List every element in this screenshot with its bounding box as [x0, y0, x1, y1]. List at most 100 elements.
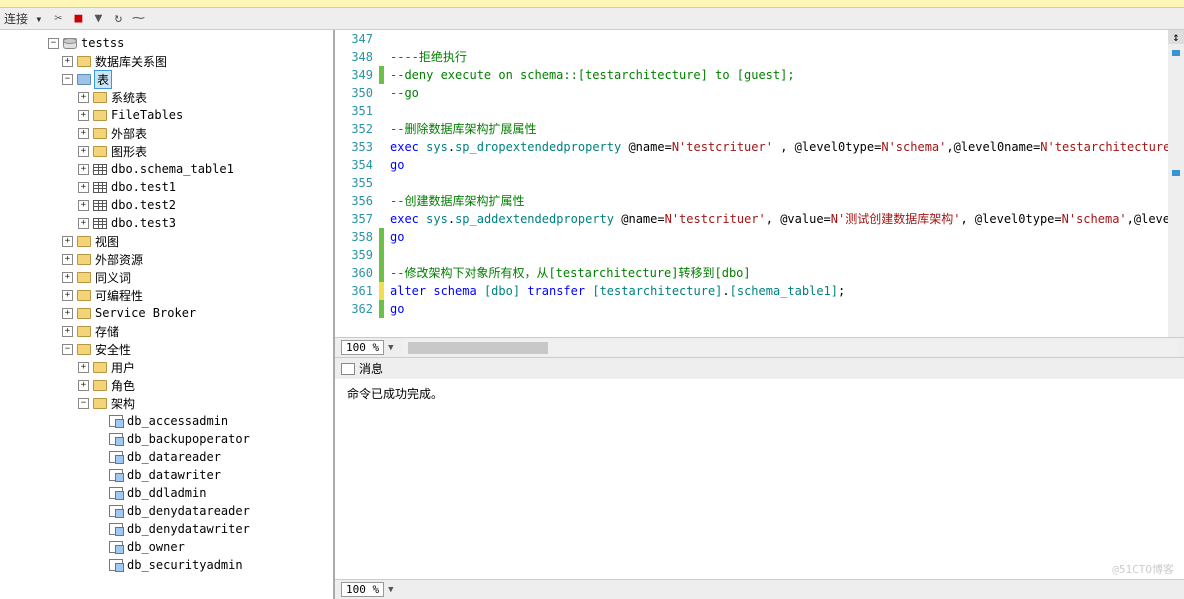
tree-node[interactable]: +外部资源 [0, 250, 333, 268]
code-line[interactable]: --go [384, 84, 1184, 102]
code-line[interactable]: go [384, 300, 1184, 318]
tree-schema[interactable]: db_ddladmin [0, 484, 333, 502]
code-line[interactable] [384, 102, 1184, 120]
tree-node[interactable]: +同义词 [0, 268, 333, 286]
zoom-value[interactable]: 100 % [341, 340, 384, 355]
toolbar-disconnect-icon[interactable]: ✂ [50, 11, 66, 27]
tree-node-label: 用户 [111, 359, 135, 376]
sql-editor[interactable]: 3473483493503513523533543553563573583593… [335, 30, 1184, 337]
expand-toggle[interactable]: + [62, 326, 73, 337]
tree-security[interactable]: −安全性 [0, 340, 333, 358]
expand-toggle[interactable]: + [62, 272, 73, 283]
expand-toggle [94, 488, 105, 499]
tree-node[interactable]: + 视图 [0, 232, 333, 250]
code-line[interactable]: --修改架构下对象所有权，从[testarchitecture]转移到[dbo] [384, 264, 1184, 282]
expand-toggle [94, 452, 105, 463]
code-line[interactable]: --删除数据库架构扩展属性 [384, 120, 1184, 138]
expand-toggle[interactable]: + [62, 254, 73, 265]
tree-node[interactable]: + 外部表 [0, 124, 333, 142]
tree-node[interactable]: +数据库关系图 [0, 52, 333, 70]
expand-toggle[interactable]: + [62, 236, 73, 247]
code-line[interactable]: exec sys.sp_addextendedproperty @name=N'… [384, 210, 1184, 228]
tree-node[interactable]: +系统表 [0, 88, 333, 106]
tree-db[interactable]: −testss [0, 34, 333, 52]
messages-zoom-dropdown-icon[interactable]: ▼ [388, 585, 393, 595]
tree-tables[interactable]: −表 [0, 70, 333, 88]
code-line[interactable]: ----拒绝执行 [384, 48, 1184, 66]
toolbar-filter-icon[interactable]: ▼ [90, 11, 106, 27]
expand-toggle[interactable]: + [78, 164, 89, 175]
expand-toggle[interactable]: + [62, 290, 73, 301]
tree-node-label: 图形表 [111, 143, 147, 160]
expand-toggle[interactable]: + [78, 92, 89, 103]
tree-table[interactable]: +dbo.test3 [0, 214, 333, 232]
object-explorer-tree[interactable]: −testss+数据库关系图−表+系统表+FileTables+外部表+图形表+… [0, 30, 335, 599]
expand-toggle[interactable]: − [62, 344, 73, 355]
code-line[interactable]: --deny execute on schema::[testarchitect… [384, 66, 1184, 84]
folder-icon [77, 56, 91, 67]
editor-panel: 3473483493503513523533543553563573583593… [335, 30, 1184, 599]
expand-toggle[interactable]: − [78, 398, 89, 409]
code-line[interactable]: --创建数据库架构扩属性 [384, 192, 1184, 210]
split-toggle-icon[interactable]: ↕ [1168, 30, 1184, 44]
code-line[interactable]: go [384, 156, 1184, 174]
tree-node[interactable]: + 用户 [0, 358, 333, 376]
expand-toggle[interactable]: + [62, 56, 73, 67]
tree-schema[interactable]: db_denydatareader [0, 502, 333, 520]
tree-schema[interactable]: db_owner [0, 538, 333, 556]
tree-node[interactable]: +存储 [0, 322, 333, 340]
toolbar-activity-icon[interactable]: ⁓ [130, 11, 146, 27]
scrollbar-thumb[interactable] [408, 342, 548, 354]
code-line[interactable] [384, 30, 1184, 48]
toolbar-refresh-icon[interactable]: ↻ [110, 11, 126, 27]
tree-schema[interactable]: db_securityadmin [0, 556, 333, 574]
expand-toggle[interactable]: + [78, 146, 89, 157]
tree-node-label: dbo.test1 [111, 180, 176, 194]
folder-icon [93, 146, 107, 157]
schema-icon [109, 505, 123, 517]
tree-node[interactable]: + FileTables [0, 106, 333, 124]
code-line[interactable]: exec sys.sp_dropextendedproperty @name=N… [384, 138, 1184, 156]
toolbar-stop-icon[interactable]: ■ [70, 11, 86, 27]
expand-toggle [94, 524, 105, 535]
tree-schema[interactable]: db_denydatawriter [0, 520, 333, 538]
tree-table[interactable]: + dbo.test1 [0, 178, 333, 196]
expand-toggle[interactable]: + [78, 218, 89, 229]
tree-schema[interactable]: db_datawriter [0, 466, 333, 484]
schema-icon [109, 541, 123, 553]
tree-table[interactable]: +dbo.test2 [0, 196, 333, 214]
code-line[interactable]: alter schema [dbo] transfer [testarchite… [384, 282, 1184, 300]
tree-node-label: db_denydatawriter [127, 522, 250, 536]
expand-toggle[interactable]: + [78, 128, 89, 139]
tree-node-label: FileTables [111, 108, 183, 122]
code-line[interactable]: go [384, 228, 1184, 246]
tree-schema[interactable]: db_accessadmin [0, 412, 333, 430]
expand-toggle[interactable]: − [62, 74, 73, 85]
tree-node[interactable]: +可编程性 [0, 286, 333, 304]
connect-label[interactable]: 连接 ▾ [4, 10, 42, 27]
code-body[interactable]: ----拒绝执行--deny execute on schema::[testa… [384, 30, 1184, 337]
messages-tab-header[interactable]: 消息 [335, 357, 1184, 379]
tree-node-label: 外部表 [111, 125, 147, 142]
folder-icon [77, 290, 91, 301]
expand-toggle[interactable]: − [48, 38, 59, 49]
expand-toggle[interactable]: + [78, 110, 89, 121]
expand-toggle[interactable]: + [78, 182, 89, 193]
expand-toggle[interactable]: + [78, 200, 89, 211]
tree-table[interactable]: +dbo.schema_table1 [0, 160, 333, 178]
expand-toggle[interactable]: + [62, 308, 73, 319]
tree-node[interactable]: +角色 [0, 376, 333, 394]
expand-toggle[interactable]: + [78, 380, 89, 391]
expand-toggle[interactable]: + [78, 362, 89, 373]
tree-schema[interactable]: db_backupoperator [0, 430, 333, 448]
horizontal-scrollbar[interactable] [402, 340, 1178, 356]
messages-zoom-value[interactable]: 100 % [341, 582, 384, 597]
zoom-dropdown-icon[interactable]: ▼ [388, 343, 393, 353]
code-line[interactable] [384, 174, 1184, 192]
tree-node[interactable]: +Service Broker [0, 304, 333, 322]
tree-schema[interactable]: db_datareader [0, 448, 333, 466]
code-line[interactable] [384, 246, 1184, 264]
tree-schemas[interactable]: −架构 [0, 394, 333, 412]
tree-node[interactable]: + 图形表 [0, 142, 333, 160]
tree-node-label: 视图 [95, 233, 119, 250]
